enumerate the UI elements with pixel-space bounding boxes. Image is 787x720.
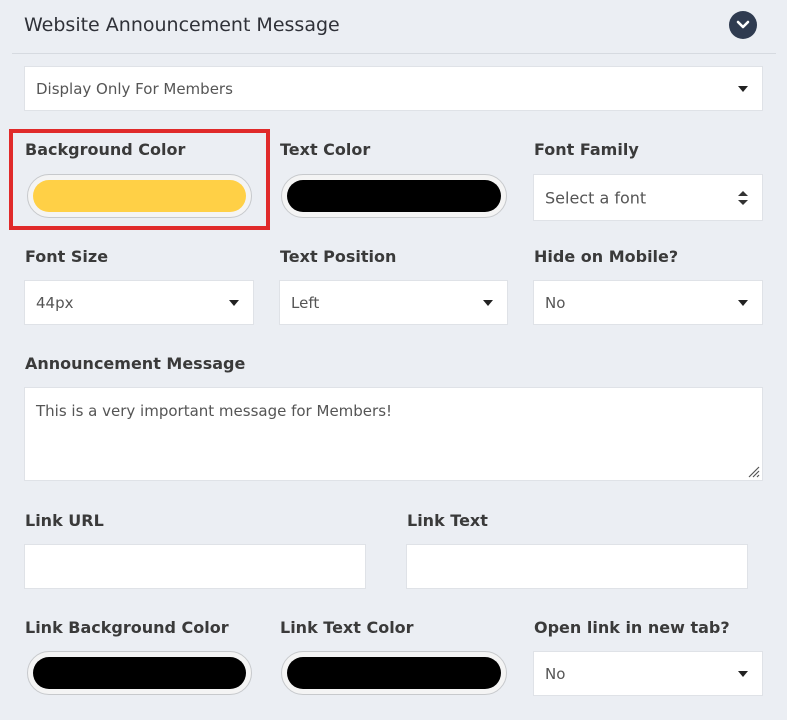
link-text-color-picker[interactable] <box>281 651 507 695</box>
resize-grip-icon[interactable] <box>746 464 760 478</box>
text-position-label: Text Position <box>280 247 397 266</box>
link-background-color-picker[interactable] <box>27 651 252 695</box>
font-size-value: 44px <box>36 293 74 312</box>
section-header: Website Announcement Message <box>12 0 776 54</box>
highlight-box <box>9 129 270 230</box>
text-color-swatch <box>287 180 501 212</box>
caret-down-icon <box>483 299 493 306</box>
link-text-label: Link Text <box>407 511 488 530</box>
chevron-down-icon <box>736 20 750 29</box>
font-family-select[interactable]: Select a font <box>533 174 763 221</box>
display-audience-value: Display Only For Members <box>36 79 233 98</box>
hide-on-mobile-select[interactable]: No <box>533 280 763 325</box>
open-link-new-tab-value: No <box>545 664 566 683</box>
collapse-button[interactable] <box>729 11 757 39</box>
link-url-label: Link URL <box>25 511 104 530</box>
text-color-label: Text Color <box>280 140 371 159</box>
caret-down-icon <box>738 670 748 677</box>
announcement-message-textarea[interactable]: This is a very important message for Mem… <box>24 387 763 481</box>
announcement-message-wrapper: This is a very important message for Mem… <box>24 387 763 481</box>
link-url-input[interactable] <box>24 544 366 589</box>
caret-down-icon <box>738 299 748 306</box>
font-size-select[interactable]: 44px <box>24 280 254 325</box>
link-background-color-label: Link Background Color <box>25 618 229 637</box>
link-background-color-swatch <box>33 657 246 689</box>
link-text-input[interactable] <box>406 544 748 589</box>
font-family-value: Select a font <box>545 188 647 207</box>
text-position-value: Left <box>291 293 320 312</box>
section-title: Website Announcement Message <box>24 14 340 36</box>
hide-on-mobile-label: Hide on Mobile? <box>534 247 679 266</box>
font-family-label: Font Family <box>534 140 639 159</box>
display-audience-select[interactable]: Display Only For Members <box>24 66 763 111</box>
caret-down-icon <box>738 85 748 92</box>
text-position-select[interactable]: Left <box>279 280 508 325</box>
font-size-label: Font Size <box>25 247 109 266</box>
open-link-new-tab-label: Open link in new tab? <box>534 618 730 637</box>
sort-arrows-icon <box>738 190 748 205</box>
hide-on-mobile-value: No <box>545 293 566 312</box>
announcement-message-label: Announcement Message <box>25 354 246 373</box>
text-color-picker[interactable] <box>281 174 507 218</box>
link-text-color-swatch <box>287 657 501 689</box>
open-link-new-tab-select[interactable]: No <box>533 651 763 696</box>
link-text-color-label: Link Text Color <box>280 618 414 637</box>
caret-down-icon <box>229 299 239 306</box>
